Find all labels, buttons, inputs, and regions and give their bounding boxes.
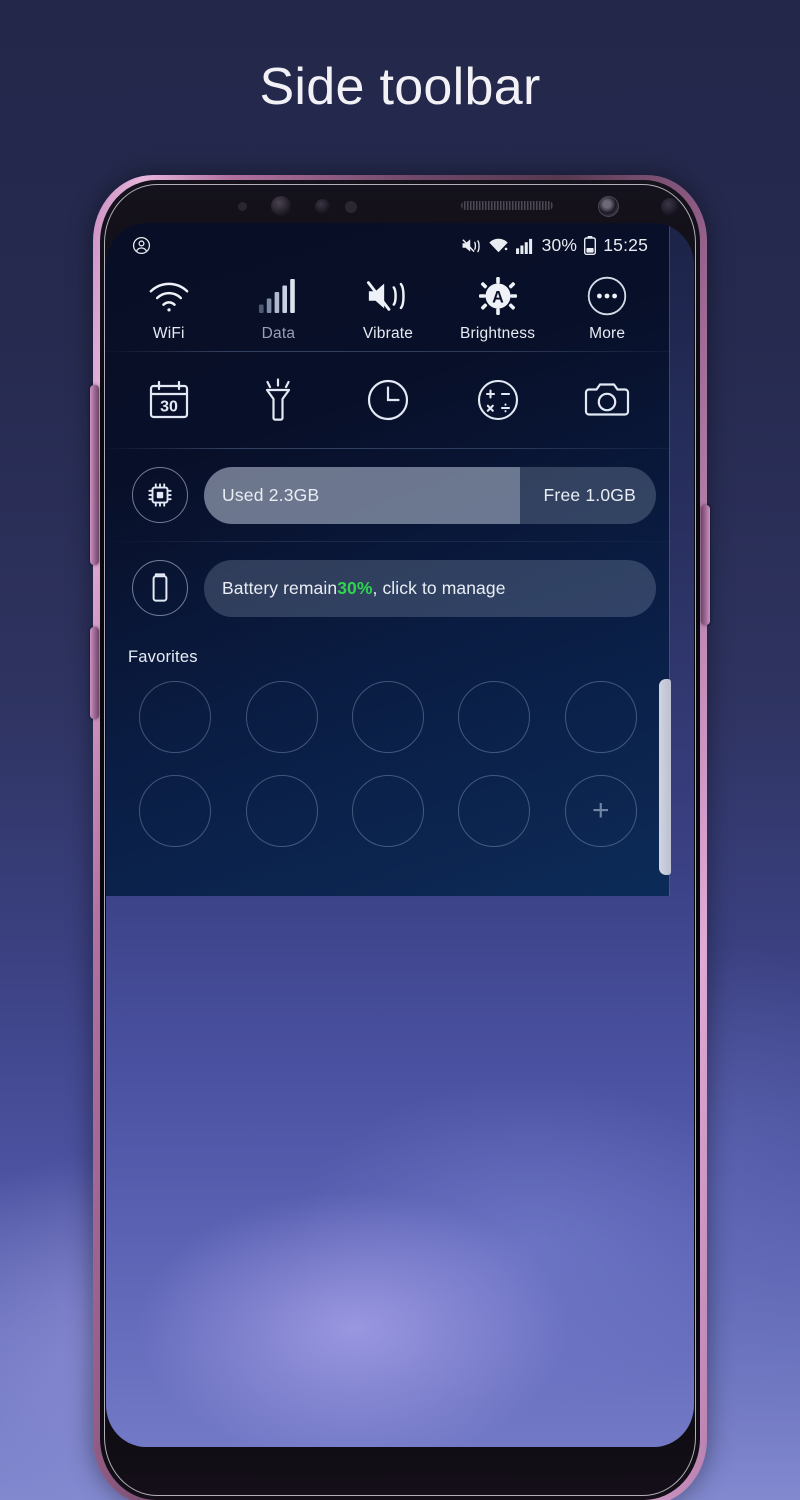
favorites-empty-slot[interactable] — [245, 775, 318, 847]
quick-toggle-label: Vibrate — [362, 325, 414, 342]
favorites-grid: + — [106, 677, 670, 847]
quick-toggle-row-2: 30 — [106, 352, 670, 448]
page-title: Side toolbar — [259, 58, 541, 116]
cpu-chip-icon — [132, 467, 188, 523]
side-toolbar-edge-handle[interactable] — [659, 679, 671, 875]
quick-toggle-wifi[interactable]: WiFi — [117, 275, 221, 343]
shortcut-clock[interactable] — [336, 379, 440, 421]
proximity-sensor-icon — [238, 202, 247, 211]
phone-screen: 30% 15:25 WiFi Data Vibrate A Brightness… — [106, 223, 694, 1447]
favorites-add-button[interactable]: + — [564, 775, 637, 847]
shortcut-flashlight[interactable] — [226, 378, 330, 421]
side-toolbar-panel: 30% 15:25 WiFi Data Vibrate A Brightness… — [106, 223, 671, 896]
power-button[interactable] — [701, 505, 710, 625]
wifi-signal-icon — [488, 237, 509, 254]
flashlight-icon — [256, 378, 300, 421]
quick-toggle-data[interactable]: Data — [226, 275, 330, 343]
data-signal-icon — [259, 275, 297, 317]
led-indicator-icon — [345, 201, 357, 213]
light-sensor-icon — [315, 199, 330, 214]
clock-label: 15:25 — [603, 234, 648, 255]
wifi-icon — [148, 275, 190, 317]
battery-percent-label: 30% — [541, 234, 578, 255]
favorites-title: Favorites — [128, 648, 198, 666]
account-circle-icon — [132, 236, 151, 255]
svg-text:30: 30 — [160, 399, 178, 416]
battery-outline-icon — [132, 560, 188, 616]
favorites-empty-slot[interactable] — [564, 681, 637, 753]
shortcut-calendar[interactable]: 30 — [117, 379, 221, 421]
quick-toggle-label: Data — [261, 325, 296, 342]
favorites-empty-slot[interactable] — [351, 775, 424, 847]
memory-free-label: Free 1.0GB — [543, 484, 636, 505]
page-root: Side toolbar 30% 15:25 WiFi Data Vibrate… — [0, 0, 800, 1500]
svg-text:A: A — [492, 288, 504, 306]
battery-text-after: , click to manage — [372, 577, 506, 598]
favorites-empty-slot[interactable] — [458, 681, 531, 753]
volume-mute-vibrate-icon — [461, 237, 481, 254]
camera-icon — [582, 379, 632, 421]
earpiece-speaker-icon — [461, 201, 553, 210]
plus-icon: + — [592, 794, 610, 827]
battery-row[interactable]: Battery remain 30%, click to manage — [106, 542, 670, 634]
brightness-auto-icon: A — [478, 275, 517, 317]
favorites-empty-slot[interactable] — [351, 681, 424, 753]
calendar-30-icon: 30 — [145, 379, 193, 421]
favorites-empty-slot[interactable] — [139, 775, 212, 847]
quick-toggle-brightness[interactable]: A Brightness — [446, 275, 550, 343]
battery-text-before: Battery remain — [222, 577, 338, 598]
vibrate-icon — [366, 275, 410, 317]
quick-toggle-vibrate[interactable]: Vibrate — [336, 275, 440, 343]
quick-toggle-label: Brightness — [459, 325, 536, 342]
clock-icon — [364, 379, 412, 421]
secondary-sensor-icon — [661, 198, 679, 216]
quick-toggle-label: WiFi — [152, 325, 185, 342]
cellular-signal-icon — [515, 237, 535, 254]
status-bar: 30% 15:25 — [106, 223, 670, 267]
calculator-icon — [474, 379, 522, 421]
iris-scanner-icon — [271, 196, 291, 216]
memory-usage-bar[interactable]: Used 2.3GB Free 1.0GB — [204, 466, 656, 524]
volume-down-button[interactable] — [90, 627, 99, 719]
memory-used-label: Used 2.3GB — [222, 484, 320, 505]
favorites-empty-slot[interactable] — [458, 775, 531, 847]
quick-toggle-more[interactable]: More — [555, 275, 659, 343]
quick-toggle-label: More — [589, 325, 626, 342]
favorites-empty-slot[interactable] — [245, 681, 318, 753]
shortcut-camera[interactable] — [555, 379, 659, 421]
battery-percent-value: 30% — [337, 577, 373, 598]
more-dots-icon — [587, 275, 627, 317]
shortcut-calculator[interactable] — [446, 379, 550, 421]
memory-row[interactable]: Used 2.3GB Free 1.0GB — [106, 449, 670, 541]
volume-up-button[interactable] — [90, 385, 99, 565]
battery-icon — [584, 235, 597, 255]
quick-toggle-row-1: WiFi Data Vibrate A Brightness More — [106, 267, 670, 351]
front-sensor-cluster — [93, 187, 707, 229]
battery-manage-bar[interactable]: Battery remain 30%, click to manage — [204, 559, 656, 617]
front-camera-icon — [598, 196, 619, 217]
divider-memory — [106, 541, 670, 542]
favorites-empty-slot[interactable] — [139, 681, 212, 753]
phone-device: 30% 15:25 WiFi Data Vibrate A Brightness… — [90, 175, 710, 1500]
